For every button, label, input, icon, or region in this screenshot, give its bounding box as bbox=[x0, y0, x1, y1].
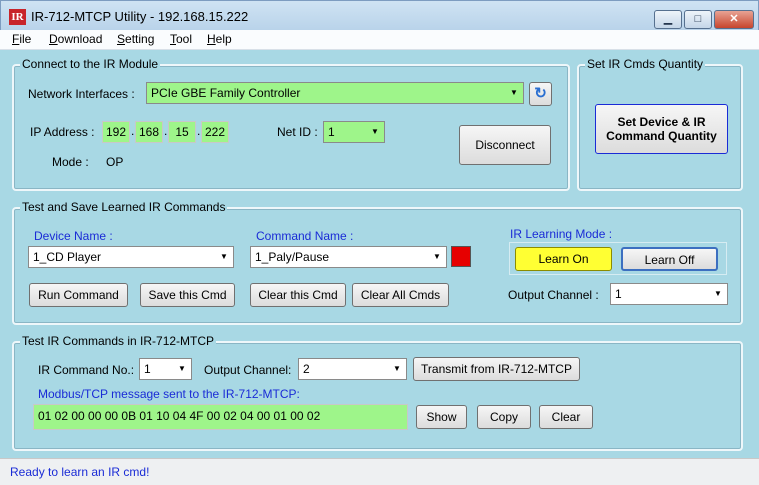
ip-dot: . bbox=[164, 124, 168, 138]
learn-on-button[interactable]: Learn On bbox=[515, 247, 612, 271]
ip-octet-3[interactable]: 15 bbox=[168, 121, 196, 143]
chevron-down-icon: ▼ bbox=[714, 289, 722, 298]
disconnect-button[interactable]: Disconnect bbox=[459, 125, 551, 165]
ip-octet-1[interactable]: 192 bbox=[102, 121, 130, 143]
menu-bar: File Download Setting Tool Help bbox=[0, 30, 759, 50]
command-name-label: Command Name : bbox=[256, 229, 354, 243]
set-device-quantity-button[interactable]: Set Device & IR Command Quantity bbox=[595, 104, 728, 154]
test-output-channel-value: 2 bbox=[303, 362, 310, 376]
menu-file[interactable]: File bbox=[12, 32, 31, 46]
ir-command-no-value: 1 bbox=[144, 362, 151, 376]
learn-off-button[interactable]: Learn Off bbox=[621, 247, 718, 271]
status-bar: Ready to learn an IR cmd! bbox=[0, 458, 759, 485]
modbus-message-label: Modbus/TCP message sent to the IR-712-MT… bbox=[38, 387, 300, 401]
device-name-value: 1_CD Player bbox=[33, 250, 102, 264]
refresh-button[interactable]: ↻ bbox=[529, 82, 552, 106]
minimize-icon: ▁ bbox=[663, 13, 673, 25]
save-cmd-button[interactable]: Save this Cmd bbox=[140, 283, 235, 307]
chevron-down-icon: ▼ bbox=[393, 364, 401, 373]
chevron-down-icon: ▼ bbox=[433, 252, 441, 261]
net-id-value: 1 bbox=[328, 125, 335, 139]
maximize-button[interactable]: □ bbox=[684, 10, 712, 29]
ip-octet-2[interactable]: 168 bbox=[135, 121, 163, 143]
chevron-down-icon: ▼ bbox=[178, 364, 186, 373]
close-button[interactable]: ✕ bbox=[714, 10, 754, 29]
ip-address-label: IP Address : bbox=[30, 125, 95, 139]
learn-status-indicator bbox=[451, 246, 471, 267]
net-id-label: Net ID : bbox=[277, 125, 318, 139]
test-group-title: Test IR Commands in IR-712-MTCP bbox=[20, 334, 217, 348]
menu-tool[interactable]: Tool bbox=[170, 32, 192, 46]
set-device-quantity-line2: Command Quantity bbox=[606, 129, 717, 143]
output-channel-select[interactable]: 1 ▼ bbox=[610, 283, 728, 305]
status-text: Ready to learn an IR cmd! bbox=[10, 465, 150, 479]
clear-cmd-button[interactable]: Clear this Cmd bbox=[250, 283, 346, 307]
window-title: IR-712-MTCP Utility - 192.168.15.222 bbox=[31, 9, 249, 24]
command-name-select[interactable]: 1_Paly/Pause ▼ bbox=[250, 246, 447, 268]
modbus-message-field[interactable]: 01 02 00 00 00 0B 01 10 04 4F 00 02 04 0… bbox=[33, 404, 408, 430]
maximize-icon: □ bbox=[694, 13, 702, 25]
chevron-down-icon: ▼ bbox=[371, 127, 379, 136]
title-bar: IR IR-712-MTCP Utility - 192.168.15.222 … bbox=[0, 0, 759, 30]
menu-download[interactable]: Download bbox=[49, 32, 102, 46]
show-button[interactable]: Show bbox=[416, 405, 467, 429]
set-device-quantity-line1: Set Device & IR bbox=[617, 115, 706, 129]
menu-setting[interactable]: Setting bbox=[117, 32, 154, 46]
ip-dot: . bbox=[197, 124, 201, 138]
net-id-select[interactable]: 1 ▼ bbox=[323, 121, 385, 143]
clear-button[interactable]: Clear bbox=[539, 405, 593, 429]
refresh-icon: ↻ bbox=[534, 85, 547, 102]
app-logo-icon: IR bbox=[9, 9, 26, 25]
test-output-channel-select[interactable]: 2 ▼ bbox=[298, 358, 407, 380]
minimize-button[interactable]: ▁ bbox=[654, 10, 682, 29]
connect-group-title: Connect to the IR Module bbox=[20, 57, 161, 71]
ir-command-no-label: IR Command No.: bbox=[38, 363, 135, 377]
close-icon: ✕ bbox=[729, 13, 739, 25]
quantity-group-title: Set IR Cmds Quantity bbox=[585, 57, 706, 71]
ip-octet-4[interactable]: 222 bbox=[201, 121, 229, 143]
chevron-down-icon: ▼ bbox=[220, 252, 228, 261]
device-name-select[interactable]: 1_CD Player ▼ bbox=[28, 246, 234, 268]
copy-button[interactable]: Copy bbox=[477, 405, 531, 429]
ir-learning-mode-label: IR Learning Mode : bbox=[510, 227, 613, 241]
test-output-channel-label: Output Channel: bbox=[204, 363, 292, 377]
clear-all-cmds-button[interactable]: Clear All Cmds bbox=[352, 283, 449, 307]
mode-value: OP bbox=[106, 155, 124, 169]
network-interface-select[interactable]: PCIe GBE Family Controller ▼ bbox=[146, 82, 524, 104]
output-channel-value: 1 bbox=[615, 287, 622, 301]
ir-command-no-select[interactable]: 1 ▼ bbox=[139, 358, 192, 380]
transmit-button[interactable]: Transmit from IR-712-MTCP bbox=[413, 357, 580, 381]
ip-dot: . bbox=[131, 124, 135, 138]
device-name-label: Device Name : bbox=[34, 229, 113, 243]
mode-label: Mode : bbox=[52, 155, 89, 169]
network-interface-value: PCIe GBE Family Controller bbox=[151, 86, 301, 100]
network-interfaces-label: Network Interfaces : bbox=[28, 87, 135, 101]
command-name-value: 1_Paly/Pause bbox=[255, 250, 330, 264]
chevron-down-icon: ▼ bbox=[510, 88, 518, 97]
run-command-button[interactable]: Run Command bbox=[29, 283, 128, 307]
output-channel-label: Output Channel : bbox=[508, 288, 599, 302]
learn-group-title: Test and Save Learned IR Commands bbox=[20, 200, 228, 214]
menu-help[interactable]: Help bbox=[207, 32, 232, 46]
